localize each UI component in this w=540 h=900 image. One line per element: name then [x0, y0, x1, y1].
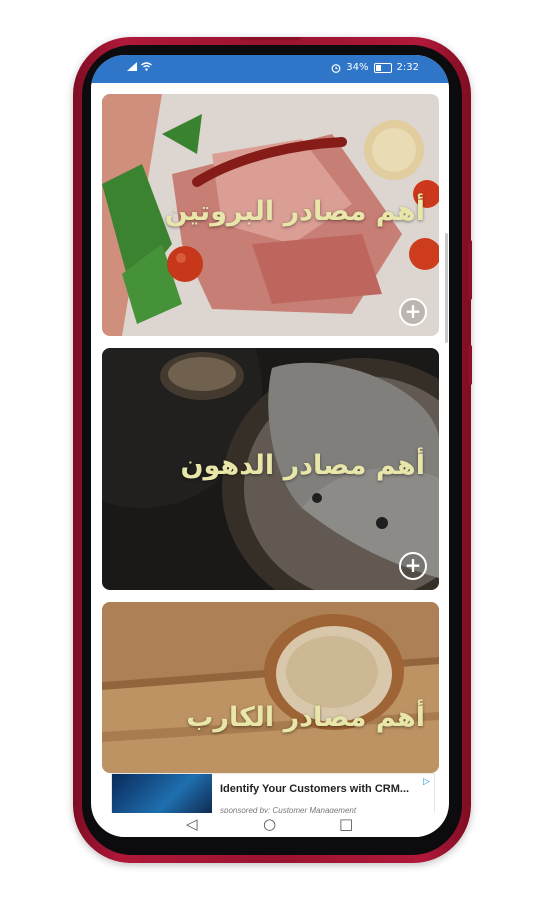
status-left [127, 62, 152, 71]
status-bar: 34% 2:32 [91, 55, 449, 83]
plus-circle-icon[interactable]: + [399, 552, 427, 580]
battery-fill [375, 64, 381, 71]
card-title-fats: أهم مصادر الدهون [180, 450, 426, 481]
wifi-icon [141, 62, 152, 71]
recents-button[interactable]: □ [339, 815, 353, 833]
card-title-carbs: أهم مصادر الكارب [186, 702, 425, 733]
card-title-protein: أهم مصادر البروتين [164, 196, 425, 227]
top-speaker [240, 37, 300, 40]
card-fats[interactable]: أهم مصادر الدهون + [102, 348, 439, 590]
carbs-image [102, 602, 439, 773]
nav-bar: ◁ ○ □ [91, 813, 449, 837]
ad-title[interactable]: Identify Your Customers with CRM... [220, 783, 409, 795]
plus-circle-icon[interactable]: + [399, 298, 427, 326]
signal-icon [127, 62, 137, 71]
card-list[interactable]: أهم مصادر البروتين + أهم مصادر الدهون + [91, 83, 449, 773]
card-carbs[interactable]: أهم مصادر الكارب [102, 602, 439, 773]
alarm-icon [331, 63, 341, 73]
back-button[interactable]: ◁ [186, 815, 198, 833]
status-time: 2:32 [396, 62, 419, 73]
home-button[interactable]: ○ [263, 815, 276, 833]
battery-percent: 34% [346, 62, 369, 73]
power-button [468, 345, 472, 385]
battery-icon [373, 62, 392, 73]
volume-button [468, 240, 472, 300]
status-right: 34% 2:32 [331, 62, 419, 73]
phone-screen: 34% 2:32 أهم مصادر البروتين + أهم مصادر … [91, 55, 449, 837]
card-protein[interactable]: أهم مصادر البروتين + [102, 94, 439, 336]
adchoices-icon[interactable]: ▷ [423, 777, 430, 787]
scrollbar[interactable] [445, 233, 448, 343]
